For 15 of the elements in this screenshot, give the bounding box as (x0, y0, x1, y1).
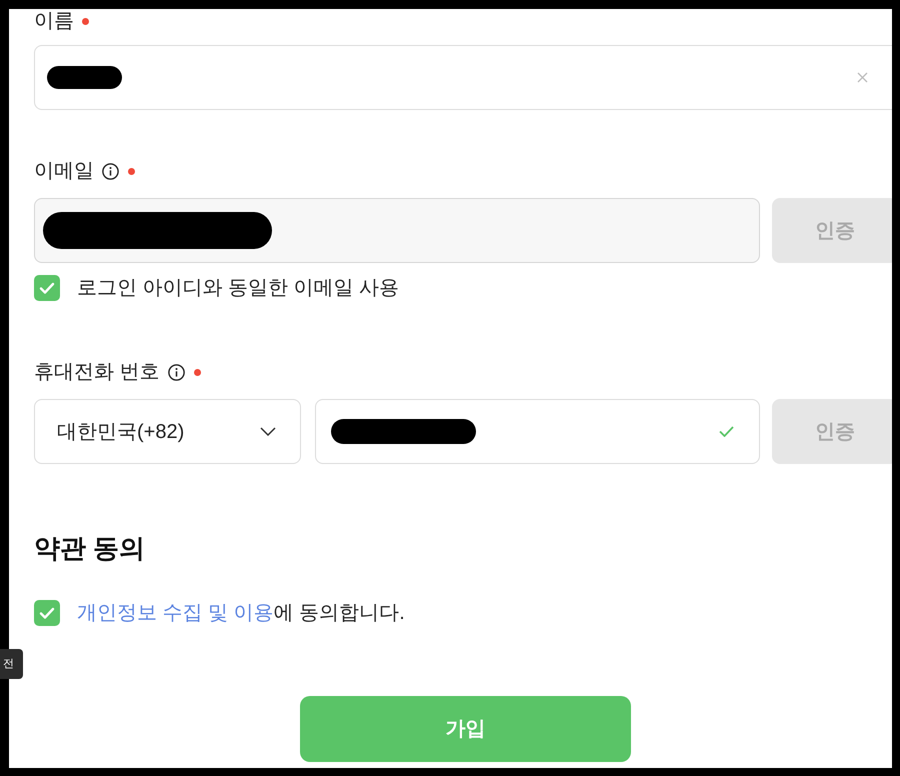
field-label: 휴대전화 번호 (34, 360, 160, 384)
side-tab[interactable]: 전 (0, 649, 23, 679)
field-label: 이름 (34, 9, 74, 33)
phone-field[interactable] (315, 399, 760, 464)
section-title: 약관 동의 (34, 532, 146, 564)
submit-button[interactable]: 가입 (300, 696, 631, 762)
name-field[interactable] (34, 45, 892, 110)
checkbox-label: 로그인 아이디와 동일한 이메일 사용 (77, 276, 400, 301)
info-icon[interactable] (168, 364, 185, 380)
checkbox[interactable] (34, 600, 60, 626)
chevron-down-icon (260, 427, 276, 436)
consent-text: 개인정보 수집 및 이용에 동의합니다. (77, 601, 405, 626)
field-label: 이메일 (34, 159, 94, 183)
country-select[interactable]: 대한민국(+82) (34, 399, 301, 464)
privacy-policy-link[interactable]: 개인정보 수집 및 이용 (77, 602, 274, 624)
